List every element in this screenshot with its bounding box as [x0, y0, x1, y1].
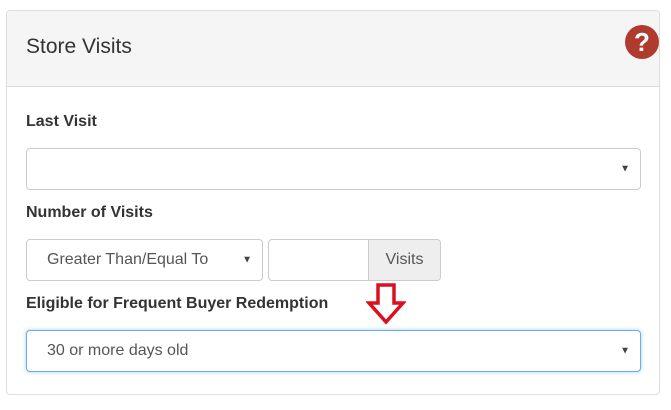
chevron-down-icon: ▼	[620, 345, 630, 357]
number-of-visits-label: Number of Visits	[26, 204, 153, 221]
frequent-buyer-select[interactable]: 30 or more days old ▼	[26, 330, 641, 372]
visits-addon: Visits	[369, 239, 441, 281]
last-visit-select[interactable]: ▼	[26, 148, 641, 190]
chevron-down-icon: ▼	[242, 254, 252, 266]
question-circle-icon[interactable]: ?	[625, 25, 659, 59]
panel-heading: Store Visits ?	[7, 11, 659, 87]
visits-operator-value: Greater Than/Equal To	[47, 251, 209, 268]
visits-addon-label: Visits	[385, 251, 424, 268]
chevron-down-icon: ▼	[620, 163, 630, 175]
panel-title: Store Visits	[26, 35, 132, 58]
visits-count-input[interactable]	[268, 239, 369, 281]
arrow-down-icon	[366, 283, 406, 325]
frequent-buyer-value: 30 or more days old	[47, 342, 189, 359]
frequent-buyer-label: Eligible for Frequent Buyer Redemption	[26, 295, 329, 312]
help-glyph: ?	[634, 26, 650, 57]
visits-operator-select[interactable]: Greater Than/Equal To ▼	[26, 239, 263, 281]
last-visit-label: Last Visit	[26, 113, 97, 130]
